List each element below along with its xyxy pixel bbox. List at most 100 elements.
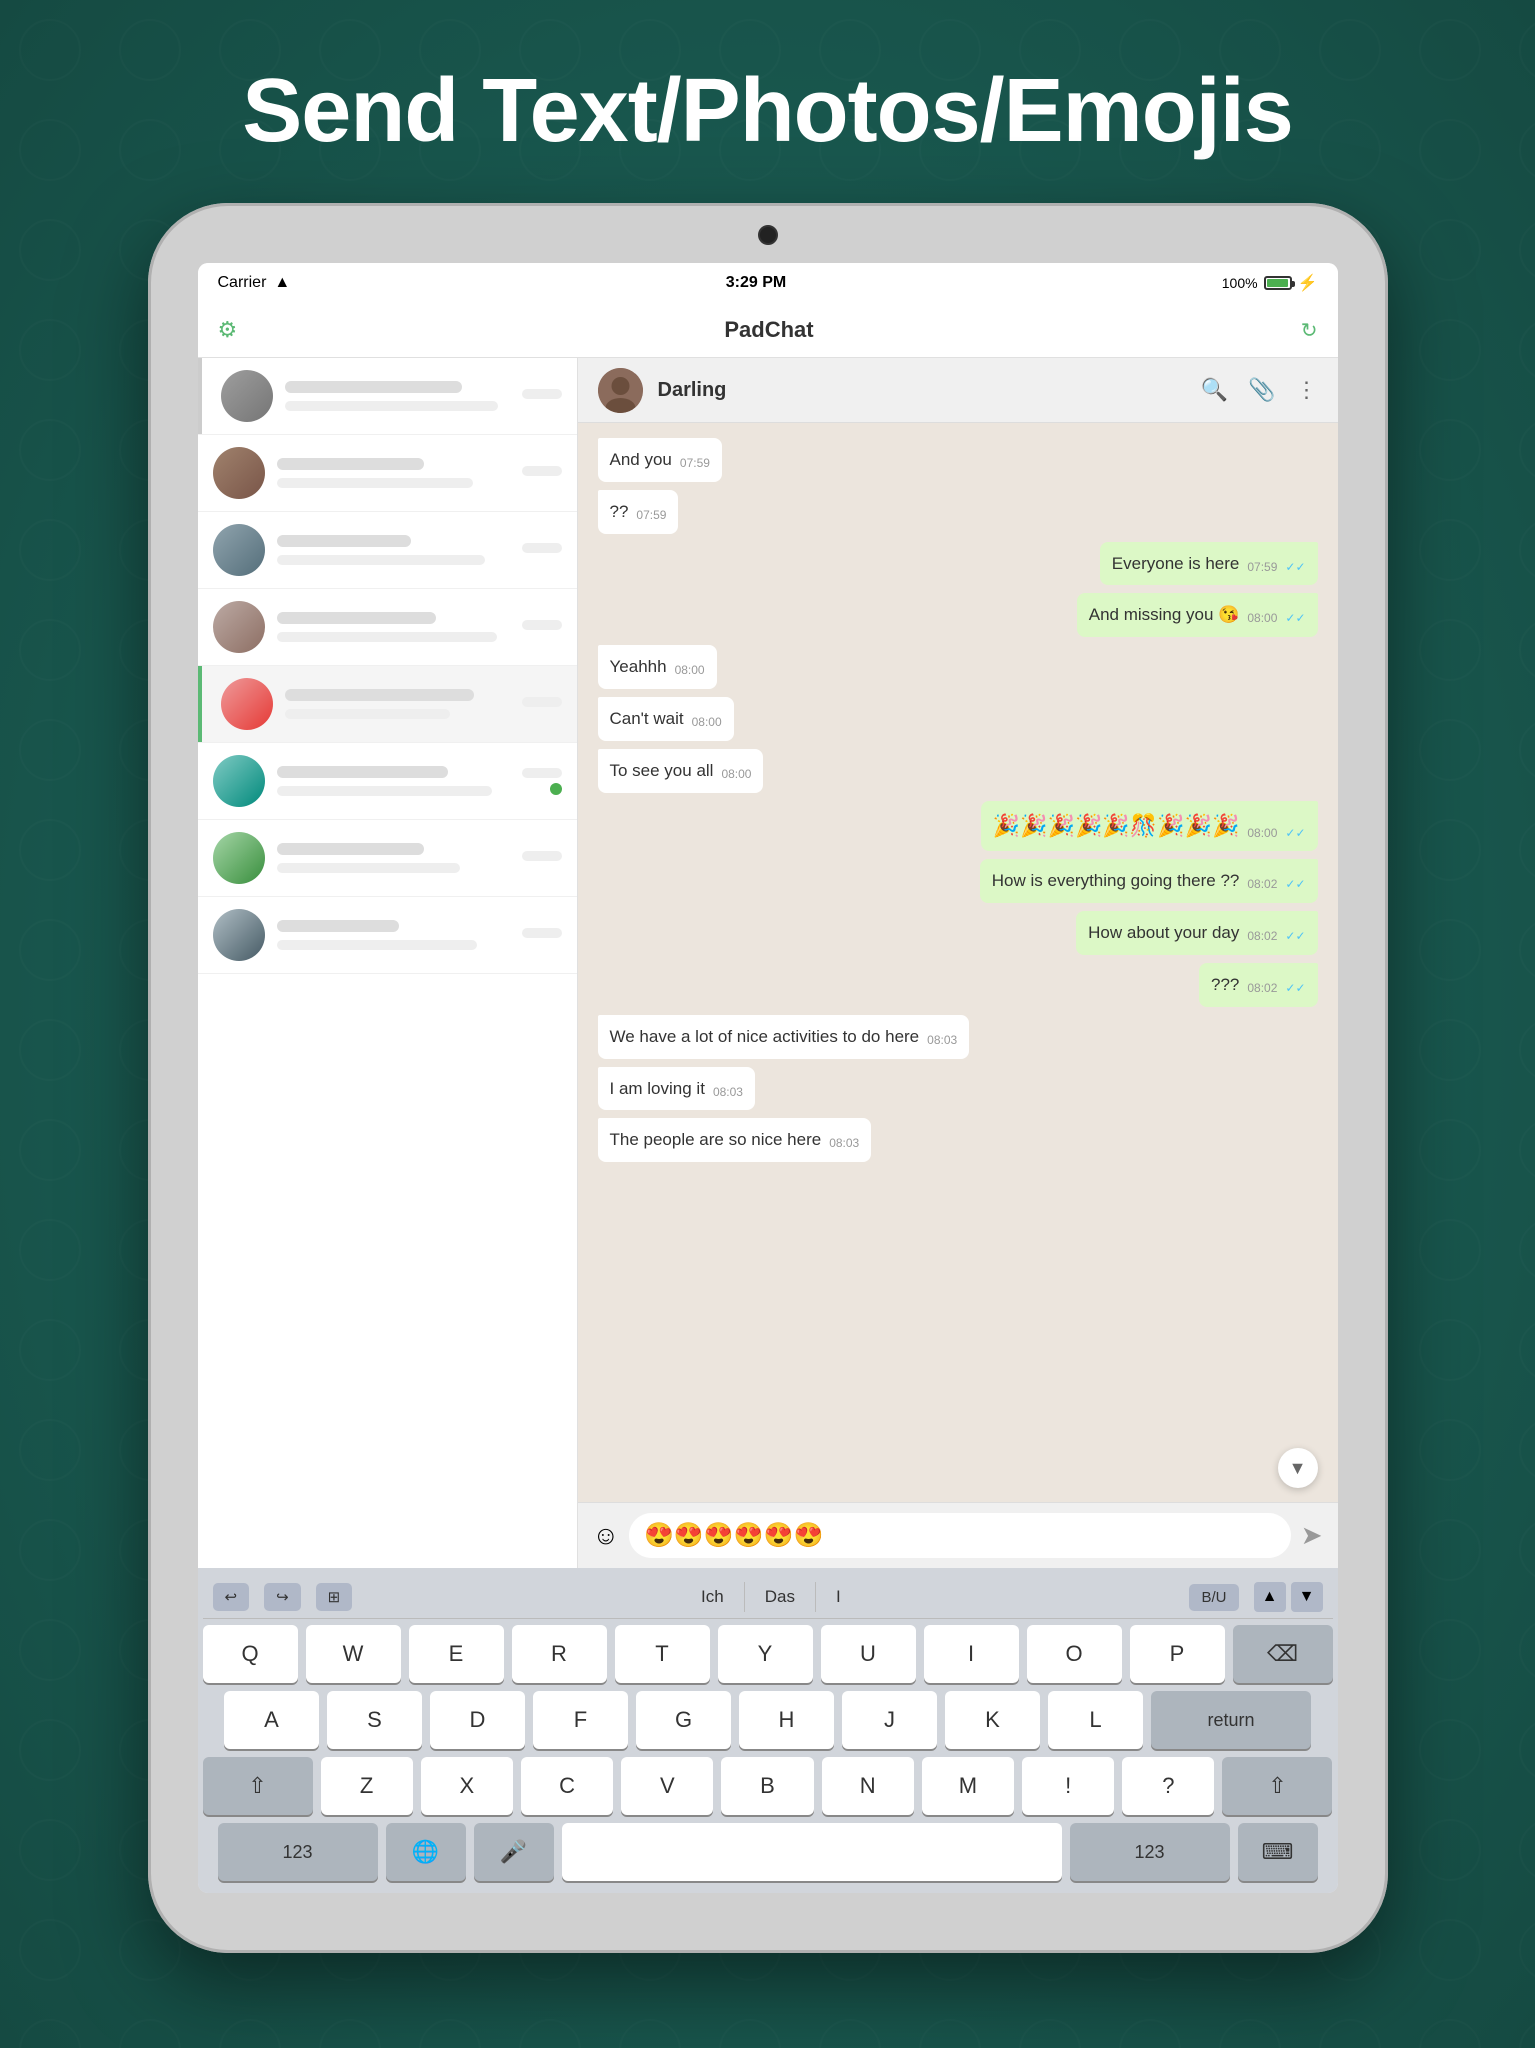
arrow-up-button[interactable]: ▲ bbox=[1254, 1582, 1286, 1612]
battery-icon bbox=[1264, 276, 1292, 290]
message-bubble: Can't wait 08:00 bbox=[598, 697, 734, 741]
list-item[interactable] bbox=[198, 512, 577, 589]
key-num-1[interactable]: 123 bbox=[218, 1823, 378, 1881]
key-l[interactable]: L bbox=[1048, 1691, 1143, 1749]
list-item[interactable] bbox=[198, 589, 577, 666]
arrow-down-button[interactable]: ▼ bbox=[1291, 1582, 1323, 1612]
message-text: 🎉🎉🎉🎉🎉🎊🎉🎉🎉 bbox=[993, 811, 1240, 842]
send-button[interactable]: ➤ bbox=[1301, 1520, 1323, 1551]
key-exclaim[interactable]: ! bbox=[1022, 1757, 1114, 1815]
key-h[interactable]: H bbox=[739, 1691, 834, 1749]
tablet-camera bbox=[758, 225, 778, 245]
chat-header-actions: 🔍 📎 ⋮ bbox=[1201, 377, 1318, 403]
key-t[interactable]: T bbox=[615, 1625, 710, 1683]
message-time: 08:00 bbox=[721, 766, 751, 783]
kb-arrows: ▲ ▼ bbox=[1254, 1582, 1323, 1612]
key-j[interactable]: J bbox=[842, 1691, 937, 1749]
key-shift[interactable]: ⇧ bbox=[203, 1757, 313, 1815]
key-q[interactable]: Q bbox=[203, 1625, 298, 1683]
message-time: 08:03 bbox=[829, 1135, 859, 1152]
key-keyboard[interactable]: ⌨ bbox=[1238, 1823, 1318, 1881]
key-globe[interactable]: 🌐 bbox=[386, 1823, 466, 1881]
key-space[interactable] bbox=[562, 1823, 1062, 1881]
message-sent: How is everything going there ?? 08:02 ✓… bbox=[980, 859, 1318, 903]
keyboard-row-2: A S D F G H J K L return bbox=[203, 1691, 1333, 1749]
key-d[interactable]: D bbox=[430, 1691, 525, 1749]
key-y[interactable]: Y bbox=[718, 1625, 813, 1683]
redo-button[interactable]: ↪ bbox=[264, 1583, 301, 1611]
suggestion-3[interactable]: I bbox=[816, 1582, 861, 1612]
message-received: To see you all 08:00 bbox=[598, 749, 764, 793]
chat-header: Darling 🔍 📎 ⋮ bbox=[578, 358, 1338, 423]
key-i[interactable]: I bbox=[924, 1625, 1019, 1683]
scroll-to-bottom-button[interactable]: ▼ bbox=[1278, 1448, 1318, 1488]
key-return[interactable]: return bbox=[1151, 1691, 1311, 1749]
message-time: 08:03 bbox=[927, 1032, 957, 1049]
list-item[interactable] bbox=[198, 897, 577, 974]
message-received: Can't wait 08:00 bbox=[598, 697, 734, 741]
list-item[interactable] bbox=[198, 666, 577, 743]
list-item[interactable] bbox=[198, 820, 577, 897]
message-text: How about your day bbox=[1088, 921, 1239, 945]
message-text: Everyone is here bbox=[1112, 552, 1240, 576]
chat-area: Darling 🔍 📎 ⋮ And you 07:59 bbox=[578, 358, 1338, 1568]
message-time: 07:59 bbox=[636, 507, 666, 524]
key-p[interactable]: P bbox=[1130, 1625, 1225, 1683]
message-received: We have a lot of nice activities to do h… bbox=[598, 1015, 970, 1059]
emoji-button[interactable]: ☺ bbox=[593, 1520, 620, 1551]
message-text: How is everything going there ?? bbox=[992, 869, 1240, 893]
key-x[interactable]: X bbox=[421, 1757, 513, 1815]
key-k[interactable]: K bbox=[945, 1691, 1040, 1749]
key-m[interactable]: M bbox=[922, 1757, 1014, 1815]
key-g[interactable]: G bbox=[636, 1691, 731, 1749]
key-u[interactable]: U bbox=[821, 1625, 916, 1683]
message-text: We have a lot of nice activities to do h… bbox=[610, 1025, 920, 1049]
key-s[interactable]: S bbox=[327, 1691, 422, 1749]
kb-suggestions: Ich Das I bbox=[367, 1582, 1174, 1612]
message-text: And you bbox=[610, 448, 672, 472]
message-text: Yeahhh bbox=[610, 655, 667, 679]
suggestion-1[interactable]: Ich bbox=[681, 1582, 745, 1612]
search-icon[interactable]: 🔍 bbox=[1201, 377, 1228, 403]
key-a[interactable]: A bbox=[224, 1691, 319, 1749]
message-received: Yeahhh 08:00 bbox=[598, 645, 717, 689]
key-e[interactable]: E bbox=[409, 1625, 504, 1683]
key-b[interactable]: B bbox=[721, 1757, 813, 1815]
key-z[interactable]: Z bbox=[321, 1757, 413, 1815]
keyboard: ↩ ↪ ⊞ Ich Das I B/U ▲ ▼ Q W E R bbox=[198, 1568, 1338, 1893]
message-time: 07:59 bbox=[680, 455, 710, 472]
key-n[interactable]: N bbox=[822, 1757, 914, 1815]
message-bubble: And missing you 😘 08:00 ✓✓ bbox=[1077, 593, 1318, 637]
key-f[interactable]: F bbox=[533, 1691, 628, 1749]
undo-button[interactable]: ↩ bbox=[213, 1583, 250, 1611]
key-num-2[interactable]: 123 bbox=[1070, 1823, 1230, 1881]
key-question[interactable]: ? bbox=[1122, 1757, 1214, 1815]
key-backspace[interactable]: ⌫ bbox=[1233, 1625, 1333, 1683]
key-shift-right[interactable]: ⇧ bbox=[1222, 1757, 1332, 1815]
more-icon[interactable]: ⋮ bbox=[1296, 377, 1318, 403]
key-mic[interactable]: 🎤 bbox=[474, 1823, 554, 1881]
main-content: Darling 🔍 📎 ⋮ And you 07:59 bbox=[198, 358, 1338, 1568]
list-item[interactable] bbox=[198, 358, 577, 435]
refresh-icon[interactable]: ↻ bbox=[1301, 318, 1318, 343]
message-bubble: ??? 08:02 ✓✓ bbox=[1199, 963, 1318, 1007]
message-bubble: I am loving it 08:03 bbox=[598, 1067, 755, 1111]
key-w[interactable]: W bbox=[306, 1625, 401, 1683]
suggestion-2[interactable]: Das bbox=[745, 1582, 816, 1612]
settings-icon[interactable]: ⚙ bbox=[218, 317, 238, 343]
key-v[interactable]: V bbox=[621, 1757, 713, 1815]
keyboard-row-1: Q W E R T Y U I O P ⌫ bbox=[203, 1625, 1333, 1683]
list-item[interactable] bbox=[198, 743, 577, 820]
message-bubble: We have a lot of nice activities to do h… bbox=[598, 1015, 970, 1059]
copy-button[interactable]: ⊞ bbox=[316, 1583, 353, 1611]
key-o[interactable]: O bbox=[1027, 1625, 1122, 1683]
bold-underline-button[interactable]: B/U bbox=[1189, 1584, 1238, 1611]
key-r[interactable]: R bbox=[512, 1625, 607, 1683]
sidebar bbox=[198, 358, 578, 1568]
attachment-icon[interactable]: 📎 bbox=[1248, 377, 1275, 403]
key-c[interactable]: C bbox=[521, 1757, 613, 1815]
message-time: 08:03 bbox=[713, 1084, 743, 1101]
list-item[interactable] bbox=[198, 435, 577, 512]
keyboard-row-3: ⇧ Z X C V B N M ! ? ⇧ bbox=[203, 1757, 1333, 1815]
message-sent: How about your day 08:02 ✓✓ bbox=[1076, 911, 1317, 955]
